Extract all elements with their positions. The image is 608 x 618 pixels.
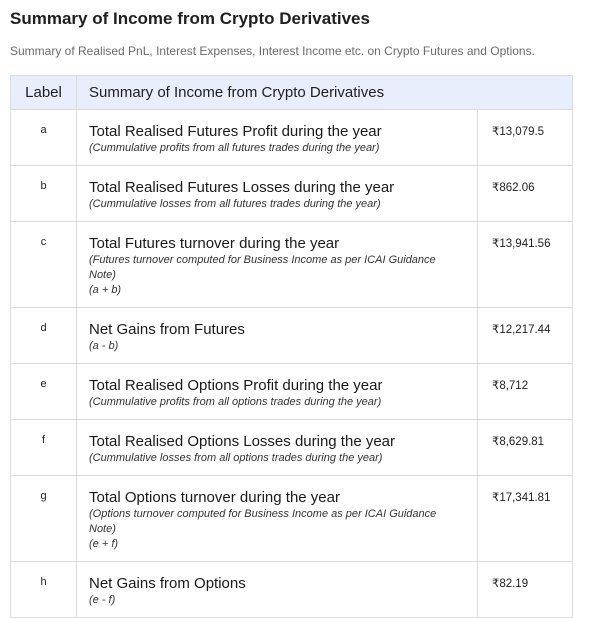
table-row: a Total Realised Futures Profit during th… bbox=[10, 109, 574, 166]
page-subtitle: Summary of Realised PnL, Interest Expens… bbox=[10, 44, 535, 58]
row-amount: ₹8,629.81 bbox=[476, 419, 574, 476]
row-title: Net Gains from Options bbox=[89, 575, 246, 592]
row-amount: ₹862.06 bbox=[476, 165, 574, 222]
row-description: Total Options turnover during the year (O… bbox=[76, 475, 478, 562]
row-note: (Cummulative profits from all options tr… bbox=[89, 396, 382, 408]
row-label: h bbox=[10, 561, 77, 618]
row-description: Total Futures turnover during the year (F… bbox=[76, 221, 478, 308]
row-formula: (a + b) bbox=[89, 284, 122, 296]
table-body: a Total Realised Futures Profit during th… bbox=[10, 109, 574, 618]
table-row: e Total Realised Options Profit during th… bbox=[10, 363, 574, 420]
table-row: b Total Realised Futures Losses during th… bbox=[10, 165, 574, 222]
row-note: (Cummulative losses from all options tra… bbox=[89, 452, 383, 464]
table-row: d Net Gains from Futures (a - b) ₹12,217.44 bbox=[10, 307, 574, 364]
row-amount: ₹13,079.5 bbox=[476, 109, 574, 166]
row-formula: (e - f) bbox=[89, 594, 116, 606]
row-label: e bbox=[10, 363, 77, 420]
row-note: (Futures turnover computed for Business … bbox=[89, 254, 436, 281]
page: Summary of Income from Crypto Derivative… bbox=[0, 0, 608, 618]
row-description: Total Realised Options Losses during the… bbox=[76, 419, 478, 476]
row-amount: ₹13,941.56 bbox=[476, 221, 574, 308]
row-description: Total Realised Options Profit during the… bbox=[76, 363, 478, 420]
row-title: Total Realised Futures Losses during the… bbox=[89, 179, 395, 196]
row-amount: ₹17,341.81 bbox=[476, 475, 574, 562]
row-description: Net Gains from Futures (a - b) bbox=[76, 307, 478, 364]
row-note: (Cummulative profits from all futures tr… bbox=[89, 142, 380, 154]
header-label: Label bbox=[10, 75, 77, 110]
table-row: h Net Gains from Options (e - f) ₹82.19 bbox=[10, 561, 574, 618]
page-title: Summary of Income from Crypto Derivative… bbox=[10, 9, 370, 28]
row-title: Total Realised Options Profit during the… bbox=[89, 377, 383, 394]
table-header-row: Label Summary of Income from Crypto Deri… bbox=[10, 75, 574, 110]
row-formula: (a - b) bbox=[89, 340, 119, 352]
header-description: Summary of Income from Crypto Derivative… bbox=[75, 75, 574, 110]
row-title: Net Gains from Futures bbox=[89, 321, 245, 338]
row-note: (Options turnover computed for Business … bbox=[89, 508, 437, 535]
row-title: Total Options turnover during the year bbox=[89, 489, 340, 506]
row-label: f bbox=[10, 419, 77, 476]
row-label: c bbox=[10, 221, 77, 308]
income-summary-table: Label Summary of Income from Crypto Deri… bbox=[10, 75, 574, 618]
row-amount: ₹12,217.44 bbox=[476, 307, 574, 364]
row-description: Total Realised Futures Losses during the… bbox=[76, 165, 478, 222]
table-row: c Total Futures turnover during the year (… bbox=[10, 221, 574, 308]
row-label: g bbox=[10, 475, 77, 562]
row-title: Total Realised Futures Profit during the… bbox=[89, 123, 382, 140]
row-amount: ₹82.19 bbox=[476, 561, 574, 618]
row-label: d bbox=[10, 307, 77, 364]
row-title: Total Futures turnover during the year bbox=[89, 235, 340, 252]
row-label: a bbox=[10, 109, 77, 166]
row-label: b bbox=[10, 165, 77, 222]
table-row: g Total Options turnover during the year (… bbox=[10, 475, 574, 562]
row-description: Net Gains from Options (e - f) bbox=[76, 561, 478, 618]
row-formula: (e + f) bbox=[89, 538, 119, 550]
row-title: Total Realised Options Losses during the… bbox=[89, 433, 396, 450]
row-description: Total Realised Futures Profit during the… bbox=[76, 109, 478, 166]
row-note: (Cummulative losses from all futures tra… bbox=[89, 198, 381, 210]
row-amount: ₹8,712 bbox=[476, 363, 574, 420]
table-row: f Total Realised Options Losses during th… bbox=[10, 419, 574, 476]
